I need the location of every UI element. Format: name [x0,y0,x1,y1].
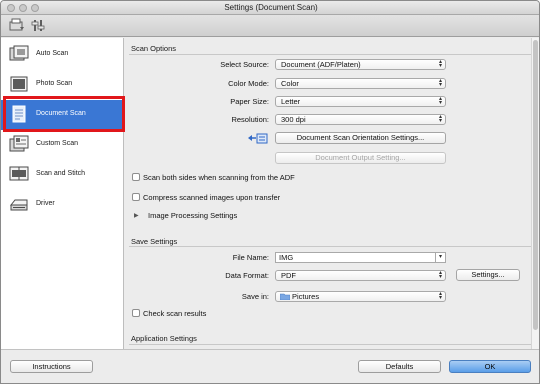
sidebar-item-label: Auto Scan [36,50,69,57]
instructions-button[interactable]: Instructions [10,360,93,373]
general-settings-icon[interactable] [31,18,47,33]
orientation-icon [247,133,269,145]
auto-scan-icon [9,45,29,63]
save-in-dropdown[interactable]: Pictures ▴ ▾ [275,291,446,302]
file-name-input[interactable]: IMG ▾ [275,252,446,263]
sidebar-item-label: Photo Scan [36,80,73,87]
stepper-arrows-icon: ▴ ▾ [438,78,442,88]
window-title: Settings (Document Scan) [224,3,318,12]
compress-images-checkbox[interactable] [132,193,140,201]
resolution-dropdown[interactable]: 300 dpi ▴ ▾ [275,114,446,125]
file-name-label: File Name: [232,253,269,262]
file-name-value: IMG [279,253,294,262]
check-scan-results-label: Check scan results [143,309,207,318]
stepper-arrows-icon: ▴ ▾ [438,114,442,124]
image-processing-settings-label[interactable]: Image Processing Settings [148,211,237,220]
select-source-value: Document (ADF/Platen) [281,60,361,69]
format-settings-button[interactable]: Settings... [456,269,520,281]
ok-button[interactable]: OK [449,360,531,373]
select-source-dropdown[interactable]: Document (ADF/Platen) ▴ ▾ [275,59,446,70]
sidebar-item-custom-scan[interactable]: Custom Scan [1,130,124,160]
color-mode-value: Color [281,79,299,88]
compress-images-label: Compress scanned images upon transfer [143,193,281,202]
save-in-value: Pictures [292,292,320,301]
save-settings-heading: Save Settings [131,237,178,246]
scan-both-sides-checkbox[interactable] [132,173,140,181]
stepper-arrows-icon: ▴ ▾ [438,291,442,301]
sidebar-item-scan-and-stitch[interactable]: Scan and Stitch [1,160,124,190]
settings-scrollbar[interactable] [531,38,539,349]
application-settings-heading: Application Settings [131,334,197,343]
settings-window: Settings (Document Scan) Auto Scan Photo… [0,0,540,384]
data-format-value: PDF [281,271,296,280]
defaults-button[interactable]: Defaults [358,360,441,373]
data-format-dropdown[interactable]: PDF ▴ ▾ [275,270,446,281]
section-divider [129,246,531,247]
color-mode-dropdown[interactable]: Color ▴ ▾ [275,78,446,89]
resolution-value: 300 dpi [281,115,306,124]
color-mode-label: Color Mode: [228,79,269,88]
sidebar-item-driver[interactable]: Driver [1,190,124,220]
sidebar-item-auto-scan[interactable]: Auto Scan [1,40,124,70]
check-scan-results-checkbox[interactable] [132,309,140,317]
stepper-arrows-icon: ▴ ▾ [438,96,442,106]
scan-mode-sidebar: Auto Scan Photo Scan Document Scan Custo… [1,38,124,349]
paper-size-value: Letter [281,97,301,106]
driver-icon [9,195,29,213]
stepper-arrows-icon: ▴ ▾ [438,270,442,280]
custom-scan-icon [9,135,29,153]
scan-options-heading: Scan Options [131,44,177,53]
sidebar-item-label: Scan and Stitch [36,170,86,177]
orientation-settings-button[interactable]: Document Scan Orientation Settings... [275,132,446,144]
scan-tab-icon[interactable] [9,18,25,33]
paper-size-dropdown[interactable]: Letter ▴ ▾ [275,96,446,107]
stepper-arrows-icon: ▴ ▾ [438,59,442,69]
disclosure-triangle-icon[interactable]: ▶ [134,212,139,219]
data-format-label: Data Format: [225,271,269,280]
footer-bar: Instructions Defaults OK [1,349,539,383]
highlight-annotation [3,96,125,132]
scan-stitch-icon [9,165,29,183]
title-bar: Settings (Document Scan) [1,1,539,15]
section-divider [129,344,531,345]
toolbar [1,15,539,37]
section-divider [129,54,531,55]
save-in-label: Save in: [241,292,269,301]
settings-panel: Scan Options Select Source: Document (AD… [125,38,539,349]
resolution-label: Resolution: [231,115,269,124]
folder-icon [279,293,291,301]
select-source-label: Select Source: [220,60,269,69]
sidebar-item-label: Driver [36,200,55,207]
combo-arrow-icon[interactable]: ▾ [435,253,445,262]
sidebar-item-label: Custom Scan [36,140,79,147]
scan-both-sides-label: Scan both sides when scanning from the A… [143,173,295,182]
document-output-setting-button[interactable]: Document Output Setting... [275,152,446,164]
paper-size-label: Paper Size: [230,97,269,106]
photo-scan-icon [9,75,29,93]
scroll-thumb[interactable] [533,40,538,330]
